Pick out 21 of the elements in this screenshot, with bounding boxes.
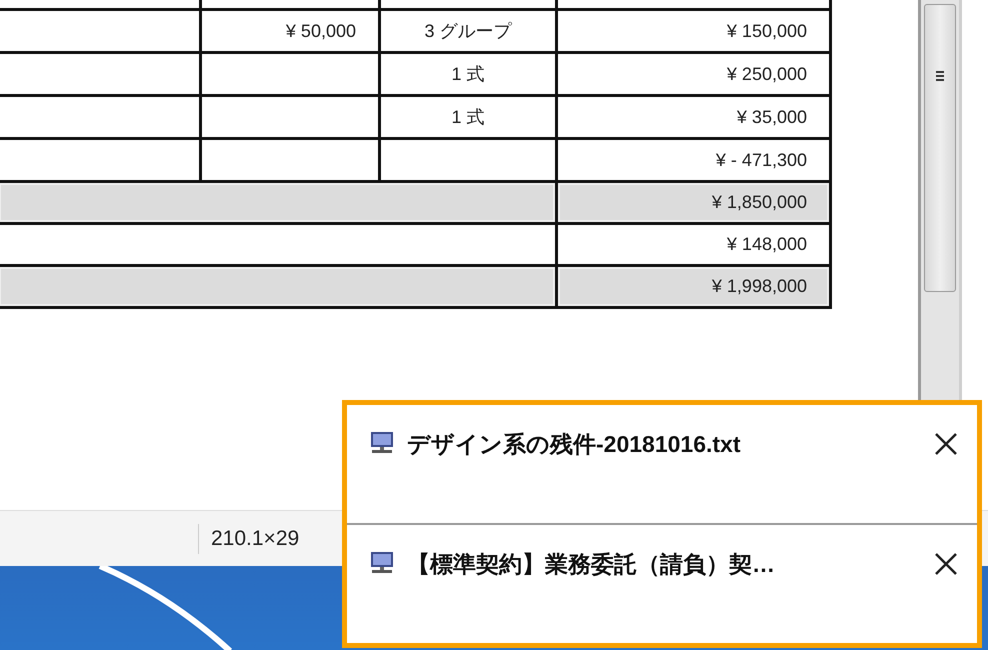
- close-icon: [933, 551, 959, 577]
- table-cell: ¥ 150,000: [556, 10, 830, 52]
- notification-title: デザイン系の残件-20181016.txt: [407, 430, 742, 459]
- scrollbar[interactable]: [918, 0, 962, 400]
- table-cell: 1 式: [380, 52, 556, 96]
- close-icon: [933, 431, 959, 457]
- table-cell: ¥ 1,850,000: [556, 182, 830, 224]
- table-cell: ¥ 35,000: [556, 96, 830, 138]
- table-cell: 1 式: [380, 96, 556, 138]
- grip-icon: [936, 71, 944, 81]
- page-size-text: 210.1×29: [211, 526, 300, 550]
- table-cell: 3 グループ: [380, 10, 556, 52]
- notification-item[interactable]: デザイン系の残件-20181016.txt: [347, 405, 977, 523]
- monitor-icon: [369, 431, 395, 455]
- table-cell: ¥ 1,998,000: [556, 266, 830, 308]
- table-cell: ¥ 250,000: [556, 52, 830, 96]
- notification-title: 【標準契約】業務委託（請負）契…: [407, 550, 776, 579]
- monitor-icon: [369, 551, 395, 575]
- table-cell: ¥ 50,000: [200, 10, 380, 52]
- notification-item[interactable]: 【標準契約】業務委託（請負）契…: [347, 523, 977, 643]
- scrollbar-thumb[interactable]: [924, 4, 956, 292]
